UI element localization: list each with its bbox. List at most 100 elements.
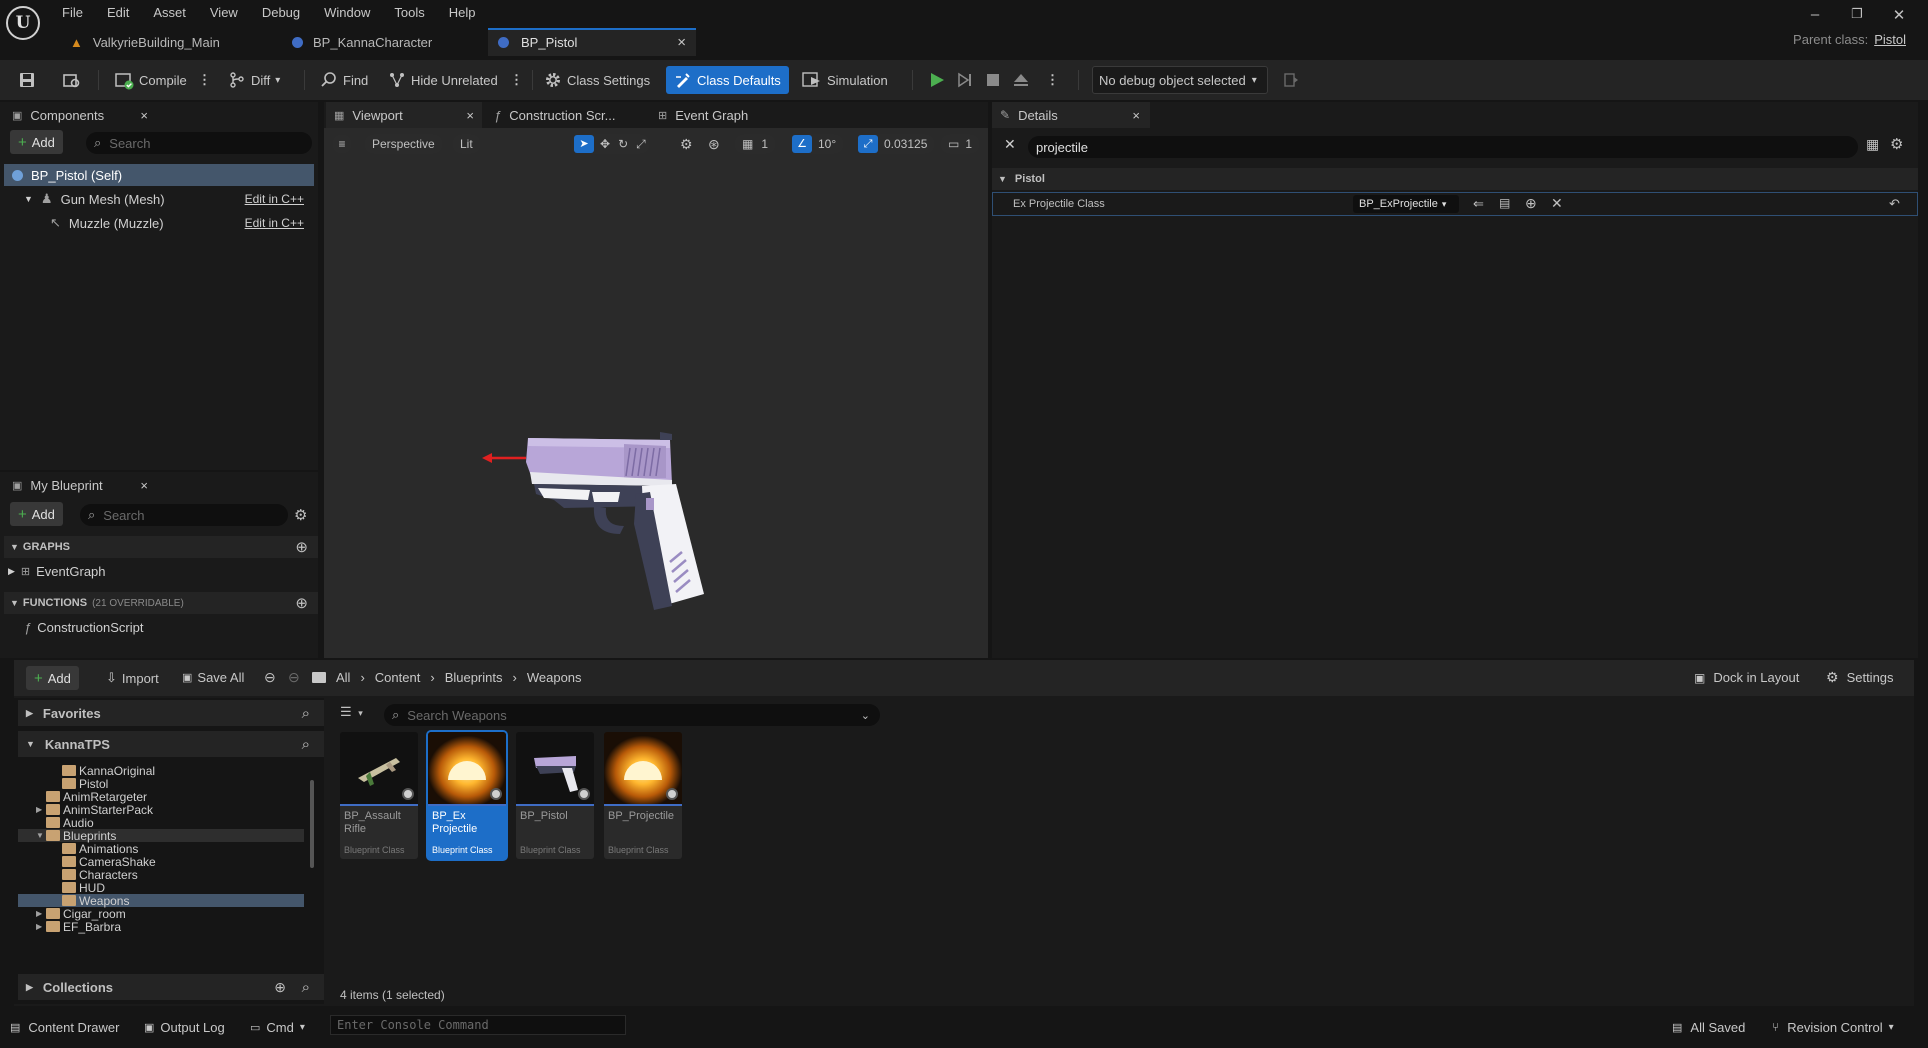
revision-control-button[interactable]: ⑂ Revision Control ▾ [1772, 1016, 1894, 1038]
diff-button[interactable]: Diff ▾ [222, 66, 286, 94]
select-tool-icon[interactable]: ➤ [574, 135, 594, 153]
graphs-section-header[interactable]: ▼ GRAPHS ⊕ [4, 536, 318, 558]
projectile-class-dropdown[interactable]: BP_ExProjectile ▾ [1353, 195, 1459, 213]
doc-tab-pistol[interactable]: BP_Pistol × [488, 28, 696, 56]
angle-snap-button[interactable]: ∠ 10° [790, 134, 845, 154]
browse-icon[interactable] [56, 66, 88, 94]
compile-button[interactable]: Compile [108, 66, 193, 94]
content-add-button[interactable]: + Add [26, 666, 79, 690]
folder-row[interactable]: ▶ Cigar_room [18, 907, 304, 921]
breadcrumb-all[interactable]: All [336, 670, 350, 685]
doc-tab-level[interactable]: ▲ ValkyrieBuilding_Main [60, 28, 282, 56]
my-blueprint-search-input[interactable]: ⌕ Search [80, 504, 288, 526]
close-tab-icon[interactable]: × [466, 108, 474, 123]
camera-speed-button[interactable]: ▭ 1 [940, 134, 981, 154]
save-icon[interactable] [12, 66, 42, 94]
details-settings-icon[interactable]: ⚙ [1890, 135, 1903, 153]
content-drawer-button[interactable]: ▤ Content Drawer [10, 1016, 119, 1038]
event-graph-row[interactable]: ▶ ⊞ EventGraph [8, 560, 308, 582]
close-tab-icon[interactable]: × [677, 34, 686, 51]
expand-arrow-icon[interactable]: ▶ [36, 909, 46, 918]
class-settings-button[interactable]: Class Settings [538, 66, 656, 94]
class-defaults-button[interactable]: Class Defaults [666, 66, 789, 94]
clear-search-icon[interactable]: ✕ [1004, 136, 1016, 153]
construction-script-row[interactable]: ƒ ConstructionScript [24, 616, 314, 638]
folder-row[interactable]: ▶ EF_Barbra [18, 920, 304, 934]
folder-row[interactable]: Pistol [18, 777, 304, 791]
output-log-button[interactable]: ▣ Output Log [144, 1016, 225, 1038]
content-settings-button[interactable]: ⚙ Settings [1826, 669, 1894, 686]
breadcrumb-weapons[interactable]: Weapons [527, 670, 582, 685]
create-new-icon[interactable]: ⊕ [1525, 195, 1537, 212]
find-button[interactable]: Find [314, 66, 374, 94]
add-collection-icon[interactable]: ⊕ [274, 979, 286, 996]
asset-tile[interactable]: BP_Projectile Blueprint Class [604, 732, 682, 859]
menu-item-file[interactable]: File [62, 5, 83, 20]
asset-tile[interactable]: BP_Assault Rifle Blueprint Class [340, 732, 418, 859]
components-search-input[interactable]: ⌕ Search [86, 132, 312, 154]
folder-row[interactable]: Animations [18, 842, 304, 856]
expand-arrow-icon[interactable]: ▼ [36, 831, 46, 840]
expand-arrow-icon[interactable]: ▶ [36, 922, 46, 931]
breadcrumb-blueprints[interactable]: Blueprints [445, 670, 503, 685]
close-window-icon[interactable]: ✕ [1884, 6, 1914, 26]
details-search-input[interactable]: projectile [1028, 136, 1858, 158]
folder-row[interactable]: CameraShake [18, 855, 304, 869]
hide-unrelated-button[interactable]: Hide Unrelated [382, 66, 504, 94]
clear-value-icon[interactable]: ✕ [1551, 195, 1563, 212]
collections-header[interactable]: ▶ Collections ⊕ ⌕ [18, 974, 324, 1000]
debug-object-dropdown[interactable]: No debug object selected ▾ [1092, 66, 1268, 94]
close-tab-icon[interactable]: × [140, 108, 148, 123]
pistol-category-header[interactable]: ▼ Pistol [992, 168, 1918, 190]
reset-to-default-icon[interactable]: ↶ [1889, 196, 1900, 212]
compile-options-icon[interactable]: ⋮ [192, 66, 217, 94]
menu-item-help[interactable]: Help [449, 5, 476, 20]
favorites-header[interactable]: ▶ Favorites ⌕ [18, 700, 324, 726]
menu-item-view[interactable]: View [210, 5, 238, 20]
forward-icon[interactable]: ⊖ [288, 669, 300, 686]
play-button[interactable] [922, 66, 952, 94]
stop-button[interactable] [978, 66, 1008, 94]
tab-viewport[interactable]: ▦ Viewport × [326, 102, 482, 128]
chevron-down-icon[interactable]: ⌄ [861, 709, 870, 722]
scale-snap-button[interactable]: ⤢ 0.03125 [856, 134, 936, 154]
add-function-icon[interactable]: ⊕ [295, 594, 308, 612]
tree-scrollbar[interactable] [310, 780, 314, 868]
breadcrumb-content[interactable]: Content [375, 670, 421, 685]
add-graph-icon[interactable]: ⊕ [295, 538, 308, 556]
folder-row[interactable]: ▼ Blueprints [18, 829, 304, 843]
hide-unrelated-options-icon[interactable]: ⋮ [504, 66, 529, 94]
step-button[interactable] [950, 66, 980, 94]
world-local-icon[interactable]: ⚙ [680, 136, 693, 153]
perspective-button[interactable]: Perspective [364, 134, 443, 154]
dock-in-layout-button[interactable]: ▣ Dock in Layout [1694, 670, 1799, 685]
lit-button[interactable]: Lit [452, 134, 481, 154]
settings-gear-icon[interactable]: ⚙ [294, 506, 307, 524]
expand-arrow-icon[interactable]: ▼ [24, 194, 33, 204]
search-icon[interactable]: ⌕ [302, 705, 310, 722]
move-tool-icon[interactable]: ✥ [600, 137, 610, 151]
asset-tile[interactable]: BP_Pistol Blueprint Class [516, 732, 594, 859]
asset-tile[interactable]: BP_Ex Projectile Blueprint Class [428, 732, 506, 859]
folder-row[interactable]: HUD [18, 881, 304, 895]
play-options-icon[interactable]: ⋮ [1040, 66, 1065, 94]
scale-tool-icon[interactable]: ⤢ [636, 137, 646, 152]
tab-components[interactable]: ▣ Components × [4, 102, 156, 128]
menu-item-window[interactable]: Window [324, 5, 370, 20]
all-saved-indicator[interactable]: ▤ All Saved [1672, 1016, 1745, 1038]
close-tab-icon[interactable]: × [140, 478, 148, 493]
back-icon[interactable]: ⊖ [264, 669, 276, 686]
component-self-row[interactable]: BP_Pistol (Self) [4, 164, 314, 186]
folder-row[interactable]: Weapons [18, 894, 304, 908]
folder-row[interactable]: AnimRetargeter [18, 790, 304, 804]
add-component-button[interactable]: + Add [10, 130, 63, 154]
cmd-button[interactable]: ▭ Cmd ▾ [250, 1016, 305, 1038]
simulation-button[interactable]: Simulation [796, 66, 894, 94]
console-input[interactable]: Enter Console Command [330, 1015, 626, 1035]
folder-row[interactable]: Audio [18, 816, 304, 830]
tab-my-blueprint[interactable]: ▣ My Blueprint × [4, 472, 156, 498]
tab-construction-script[interactable]: ƒ Construction Scr... [486, 102, 650, 128]
edit-in-cpp-link[interactable]: Edit in C++ [245, 192, 304, 206]
grid-snap-button[interactable]: ▦ 1 [734, 134, 777, 154]
expand-arrow-icon[interactable]: ▶ [36, 805, 46, 814]
